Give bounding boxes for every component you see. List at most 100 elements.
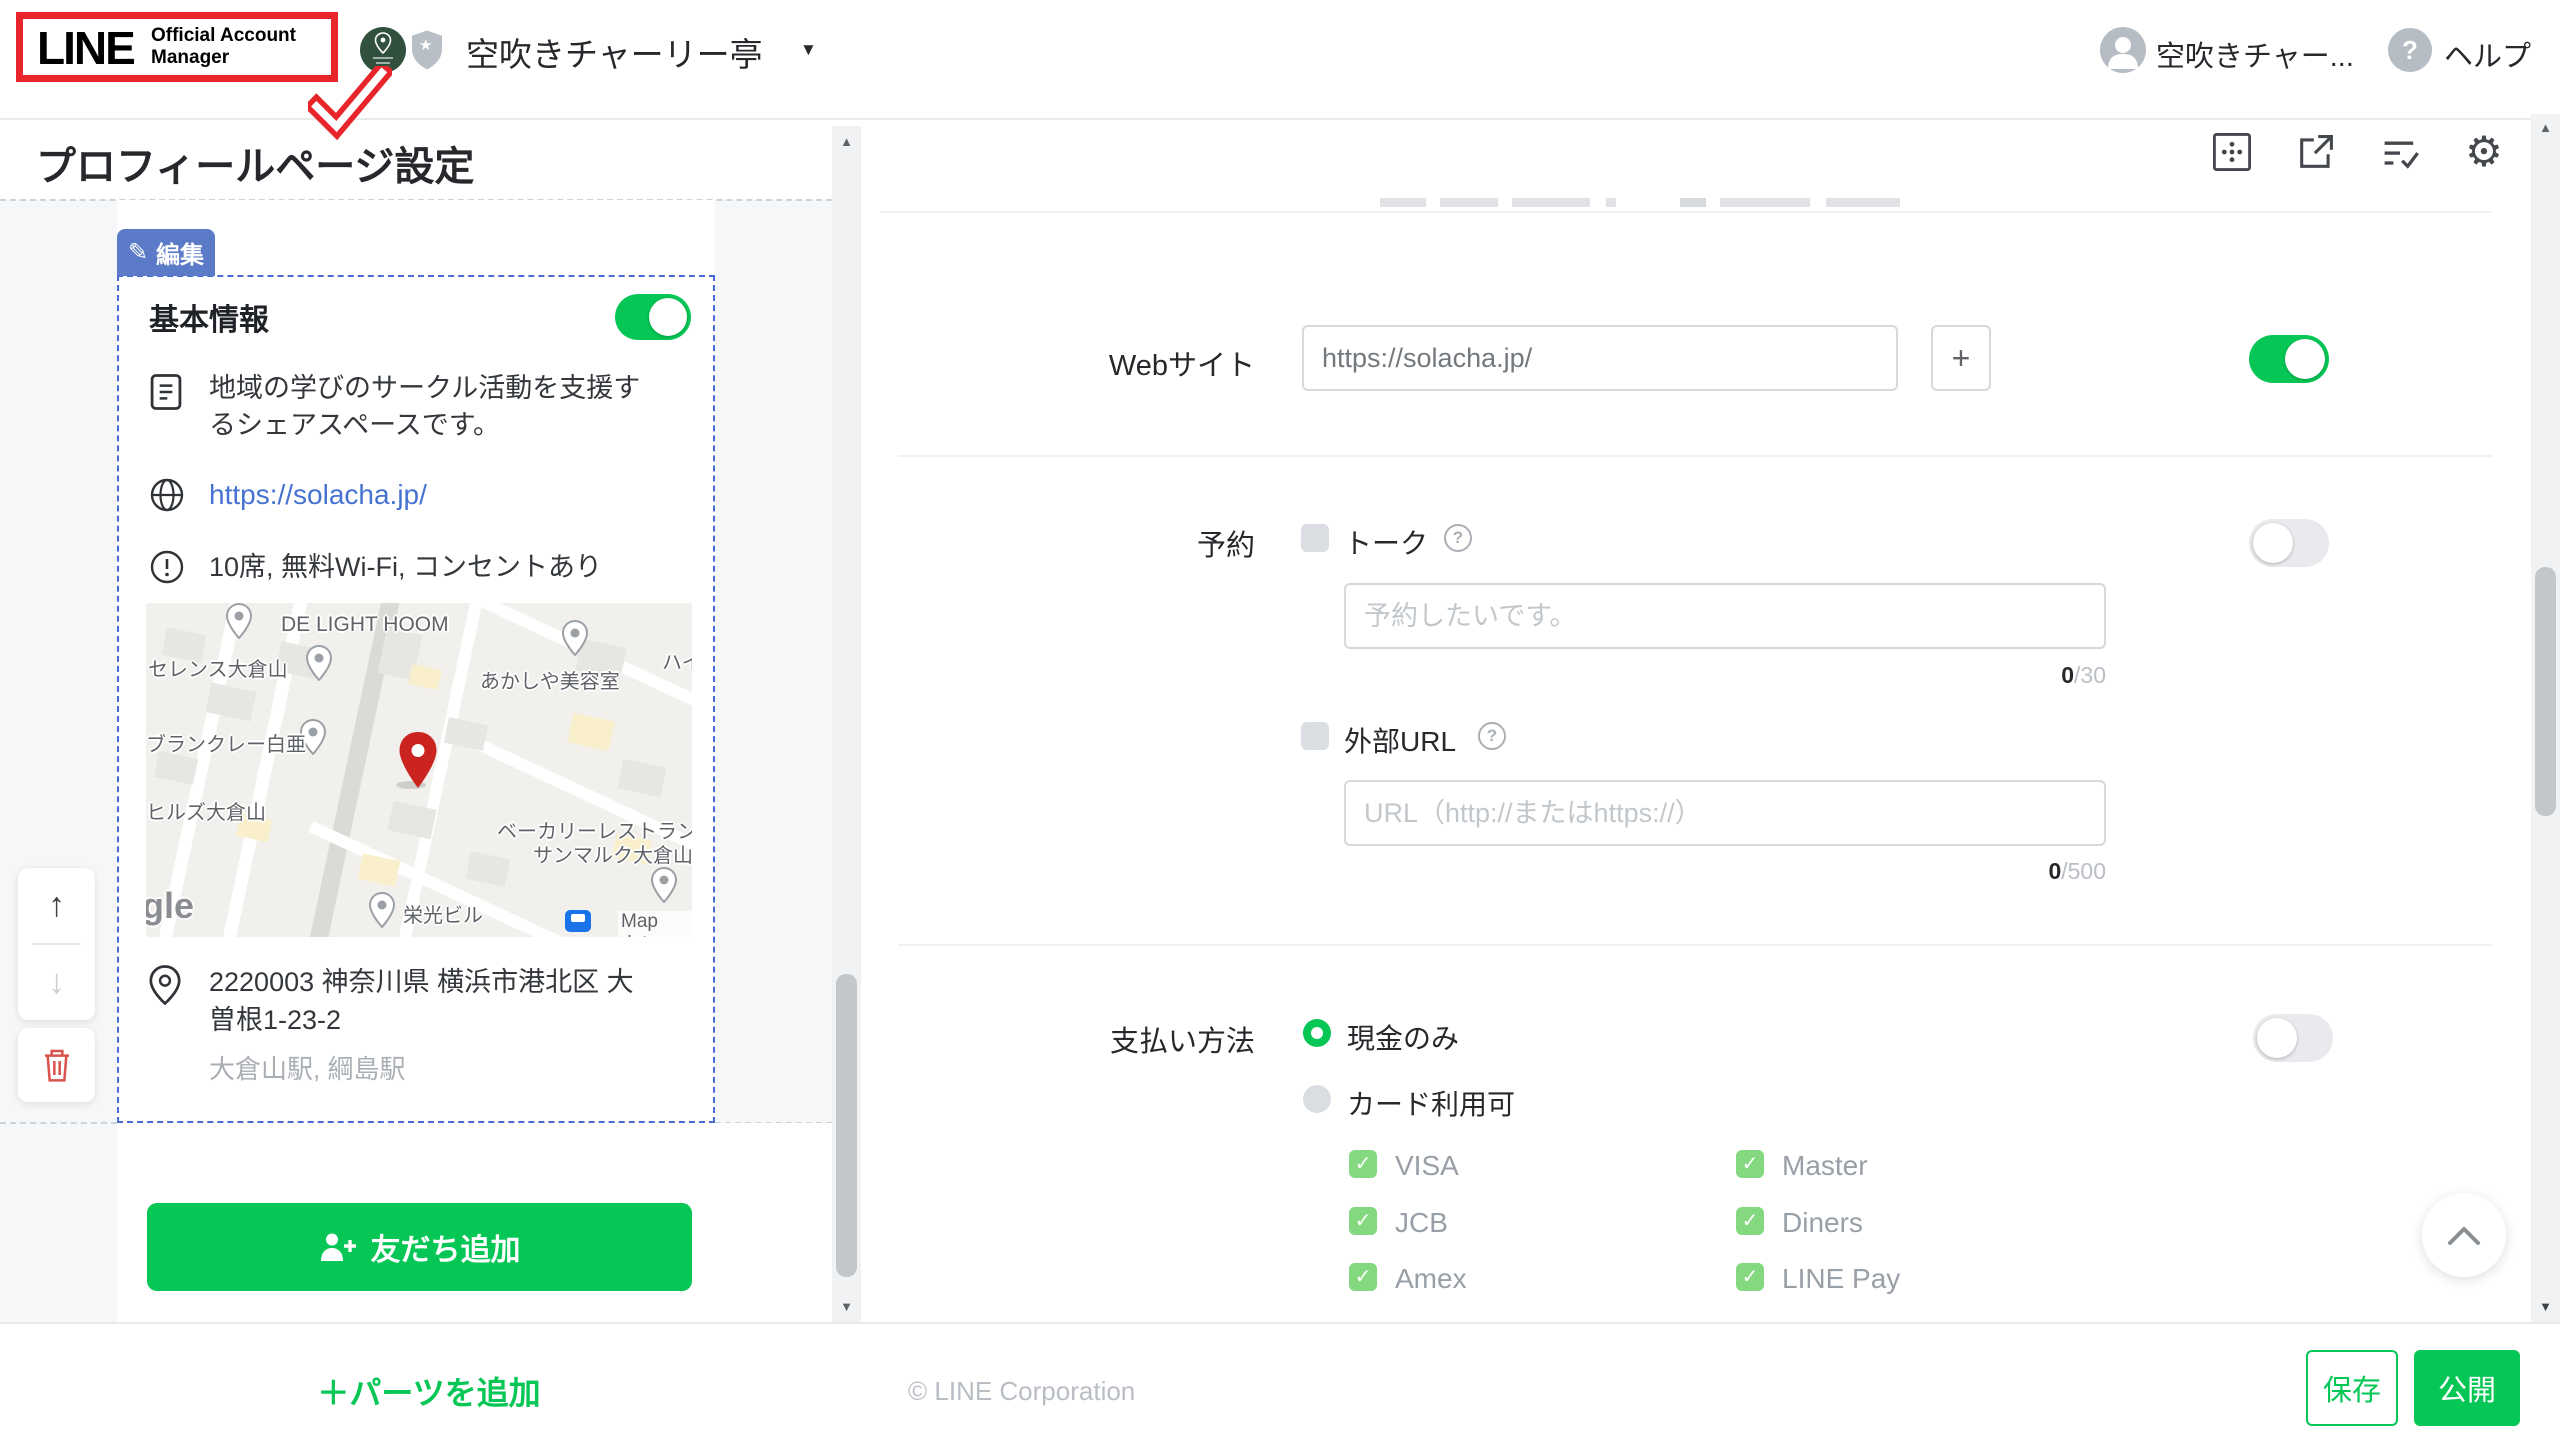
- main-scrollbar-thumb[interactable]: [2535, 567, 2556, 816]
- preview-grid-icon[interactable]: [2210, 130, 2254, 174]
- basic-info-preview-card[interactable]: 基本情報 地域の学びのサークル活動を支援す るシェアスペースです。 https:…: [117, 275, 715, 1123]
- verified-badge-icon: ★: [412, 30, 442, 70]
- card-accepted-radio[interactable]: [1303, 1085, 1331, 1113]
- edit-button[interactable]: ✎ 編集: [117, 229, 215, 276]
- map-poi-pin-icon: [306, 645, 332, 686]
- map-label: ハイ: [662, 646, 692, 675]
- jcb-label: JCB: [1395, 1207, 1448, 1239]
- talk-help-icon[interactable]: ?: [1444, 524, 1472, 552]
- scroll-up-icon[interactable]: ▲: [832, 134, 861, 149]
- scroll-to-top-button[interactable]: [2422, 1193, 2506, 1277]
- website-input[interactable]: [1302, 325, 1898, 391]
- settings-gear-icon[interactable]: ⚙: [2462, 130, 2506, 174]
- user-avatar-icon[interactable]: [2100, 27, 2146, 73]
- page-title: プロフィールページ設定: [36, 134, 474, 192]
- website-label: Webサイト: [1000, 342, 1255, 384]
- move-up-button[interactable]: ↑: [18, 868, 95, 943]
- url-char-counter: 0/500: [1896, 858, 2106, 885]
- delete-block-button[interactable]: [18, 1028, 95, 1102]
- user-name[interactable]: 空吹きチャー...: [2156, 33, 2354, 75]
- help-link[interactable]: ヘルプ: [2444, 33, 2531, 75]
- section-boundary-dashed: [0, 1122, 117, 1124]
- amex-label: Amex: [1395, 1263, 1467, 1295]
- talk-message-input[interactable]: [1344, 583, 2106, 649]
- chevron-up-icon: [2446, 1224, 2482, 1246]
- preview-facilities: 10席, 無料Wi-Fi, コンセントあり: [209, 549, 602, 586]
- preview-description: 地域の学びのサークル活動を支援す るシェアスペースです。: [209, 370, 640, 444]
- map-location-marker-icon: [398, 731, 438, 794]
- diners-checkbox[interactable]: ✓: [1736, 1207, 1764, 1235]
- map-label: ブランクレー白亜: [146, 728, 306, 757]
- map-label: サンマルク大倉山店: [533, 839, 692, 868]
- payment-toggle[interactable]: [2253, 1014, 2333, 1062]
- talk-char-counter: 0/30: [1896, 662, 2106, 689]
- external-url-help-icon[interactable]: ?: [1478, 722, 1506, 750]
- scroll-down-icon[interactable]: ▼: [2531, 1299, 2560, 1314]
- annotation-check-icon: [308, 66, 392, 140]
- divider: [898, 455, 2492, 457]
- pencil-icon: ✎: [128, 238, 148, 267]
- visa-label: VISA: [1395, 1150, 1459, 1182]
- preview-scrollbar[interactable]: ▲ ▼: [832, 126, 861, 1322]
- diners-label: Diners: [1782, 1207, 1863, 1239]
- cash-only-label: 現金のみ: [1347, 1017, 1459, 1057]
- preview-section-title: 基本情報: [149, 295, 269, 339]
- list-check-icon[interactable]: [2378, 130, 2422, 174]
- person-add-icon: [319, 1231, 357, 1263]
- map-label: DE LIGHT HOOM: [281, 613, 449, 637]
- payment-label: 支払い方法: [1000, 1018, 1255, 1060]
- card-accepted-label: カード利用可: [1347, 1083, 1515, 1123]
- reservation-toggle[interactable]: [2249, 519, 2329, 567]
- account-name[interactable]: 空吹きチャーリー亭: [466, 28, 763, 76]
- preview-website-link[interactable]: https://solacha.jp/: [209, 479, 427, 511]
- account-dropdown-icon[interactable]: ▼: [800, 40, 817, 60]
- map-label: セレンス大倉山: [148, 653, 288, 682]
- preview-scrollbar-thumb[interactable]: [836, 974, 857, 1277]
- map-poi-pin-icon: [562, 620, 588, 661]
- website-toggle[interactable]: [2249, 335, 2329, 383]
- bus-station-icon: [565, 910, 591, 932]
- map-block: [466, 851, 511, 887]
- open-external-icon[interactable]: [2294, 130, 2338, 174]
- main-scrollbar[interactable]: ▲ ▼: [2531, 114, 2560, 1322]
- clipped-row-fragment: [1380, 198, 2070, 207]
- amex-checkbox[interactable]: ✓: [1349, 1263, 1377, 1291]
- help-icon[interactable]: ?: [2388, 28, 2432, 72]
- block-reorder-controls: ↑ ↓: [18, 868, 95, 1020]
- logo-annotation-box: LINE Official Account Manager: [16, 12, 338, 82]
- reservation-label: 予約: [1000, 522, 1255, 564]
- move-down-button[interactable]: ↓: [18, 945, 95, 1020]
- footer-bar: ＋パーツを追加 © LINE Corporation 保存 公開: [0, 1322, 2560, 1452]
- cash-only-radio[interactable]: [1303, 1019, 1331, 1047]
- visa-checkbox[interactable]: ✓: [1349, 1150, 1377, 1178]
- map-data-attribution: Map data: [618, 911, 692, 937]
- master-label: Master: [1782, 1150, 1868, 1182]
- map-poi-pin-icon: [226, 603, 252, 644]
- basic-info-toggle[interactable]: [615, 294, 691, 340]
- map-label: ヒルズ大倉山: [146, 796, 266, 825]
- divider: [880, 211, 2492, 213]
- map-embed[interactable]: DE LIGHT HOOM セレンス大倉山 あかしや美容室 ハイ ブランクレー白…: [146, 603, 692, 937]
- linepay-checkbox[interactable]: ✓: [1736, 1263, 1764, 1291]
- external-url-checkbox[interactable]: [1301, 722, 1329, 750]
- master-checkbox[interactable]: ✓: [1736, 1150, 1764, 1178]
- map-block: [617, 759, 666, 797]
- preview-stations: 大倉山駅, 綱島駅: [209, 1049, 405, 1086]
- jcb-checkbox[interactable]: ✓: [1349, 1207, 1377, 1235]
- talk-label: トーク: [1344, 522, 1428, 562]
- save-button[interactable]: 保存: [2306, 1350, 2398, 1426]
- info-icon: [149, 549, 185, 585]
- external-url-input[interactable]: [1344, 780, 2106, 846]
- add-website-button[interactable]: +: [1931, 325, 1991, 391]
- map-poi-pin-icon: [369, 892, 395, 933]
- scroll-down-icon[interactable]: ▼: [832, 1299, 861, 1314]
- publish-button[interactable]: 公開: [2414, 1350, 2520, 1426]
- external-url-label: 外部URL: [1344, 720, 1456, 760]
- scroll-up-icon[interactable]: ▲: [2531, 120, 2560, 135]
- copyright: © LINE Corporation: [908, 1376, 1135, 1407]
- talk-checkbox[interactable]: [1301, 524, 1329, 552]
- add-parts-button[interactable]: ＋パーツを追加: [0, 1368, 858, 1414]
- trash-icon: [41, 1047, 73, 1083]
- add-friend-button[interactable]: 友だち追加: [147, 1203, 692, 1291]
- divider: [898, 944, 2492, 946]
